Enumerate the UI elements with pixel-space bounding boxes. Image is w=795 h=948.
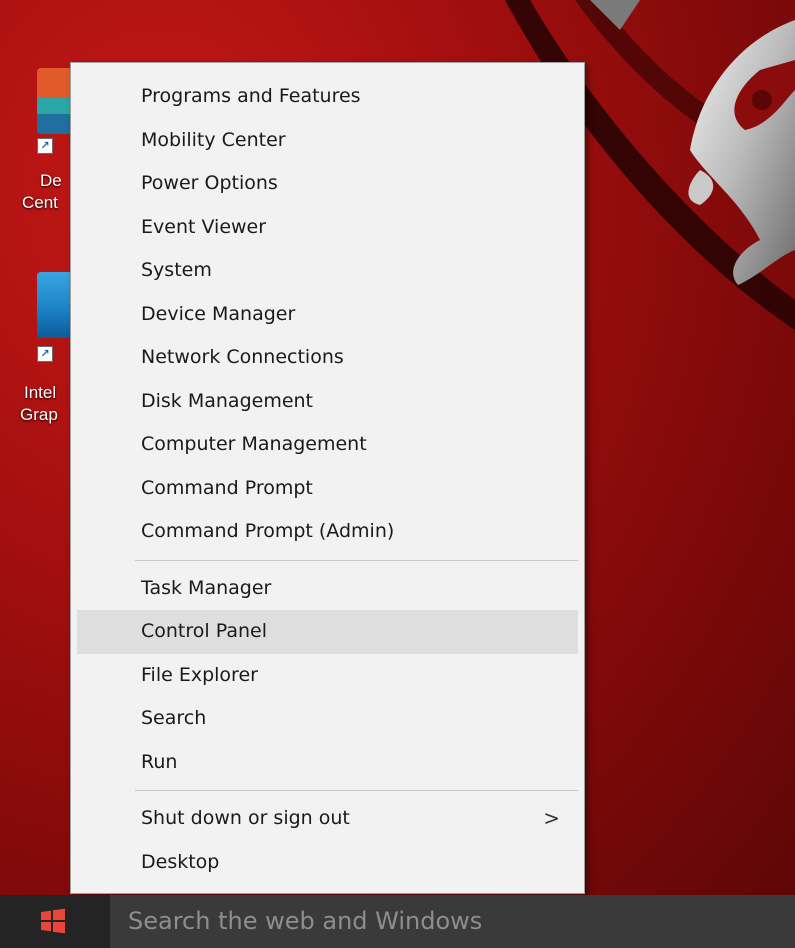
menu-item-computer-management[interactable]: Computer Management xyxy=(77,423,578,467)
desktop-icon-label-line1: Intel xyxy=(24,383,57,402)
menu-item-control-panel[interactable]: Control Panel xyxy=(77,610,578,654)
menu-item-label: Shut down or sign out xyxy=(141,807,350,829)
menu-item-desktop[interactable]: Desktop xyxy=(77,841,578,885)
menu-item-disk-management[interactable]: Disk Management xyxy=(77,380,578,424)
menu-item-run[interactable]: Run xyxy=(77,741,578,785)
desktop-icon-dell-center[interactable]: ↗ De Cent xyxy=(0,68,83,238)
menu-item-device-manager[interactable]: Device Manager xyxy=(77,293,578,337)
desktop-icon-label-line1: De xyxy=(40,171,62,190)
menu-item-power-options[interactable]: Power Options xyxy=(77,162,578,206)
menu-item-command-prompt[interactable]: Command Prompt xyxy=(77,467,578,511)
shortcut-arrow-icon: ↗ xyxy=(37,346,53,362)
menu-item-search[interactable]: Search xyxy=(77,697,578,741)
taskbar: Search the web and Windows xyxy=(0,895,795,948)
winx-context-menu: Programs and Features Mobility Center Po… xyxy=(70,62,585,894)
shortcut-arrow-icon: ↗ xyxy=(37,138,53,154)
desktop-icon-intel-graphics[interactable]: ↗ Intel Grap xyxy=(0,272,83,442)
search-placeholder-text: Search the web and Windows xyxy=(128,907,483,935)
menu-item-programs-and-features[interactable]: Programs and Features xyxy=(77,75,578,119)
menu-item-mobility-center[interactable]: Mobility Center xyxy=(77,119,578,163)
menu-separator xyxy=(135,559,578,561)
start-button[interactable] xyxy=(0,895,110,948)
chevron-right-icon: > xyxy=(543,806,560,830)
menu-item-task-manager[interactable]: Task Manager xyxy=(77,567,578,611)
menu-item-event-viewer[interactable]: Event Viewer xyxy=(77,206,578,250)
menu-item-network-connections[interactable]: Network Connections xyxy=(77,336,578,380)
desktop-icon-label-line2: Grap xyxy=(20,405,58,424)
menu-item-command-prompt-admin[interactable]: Command Prompt (Admin) xyxy=(77,510,578,554)
menu-item-shut-down-or-sign-out[interactable]: Shut down or sign out > xyxy=(77,797,578,841)
menu-item-file-explorer[interactable]: File Explorer xyxy=(77,654,578,698)
menu-separator xyxy=(135,790,578,791)
desktop-icon-label-line2: Cent xyxy=(22,193,58,212)
taskbar-search-box[interactable]: Search the web and Windows xyxy=(110,895,795,948)
windows-logo-icon xyxy=(41,908,65,934)
menu-item-system[interactable]: System xyxy=(77,249,578,293)
